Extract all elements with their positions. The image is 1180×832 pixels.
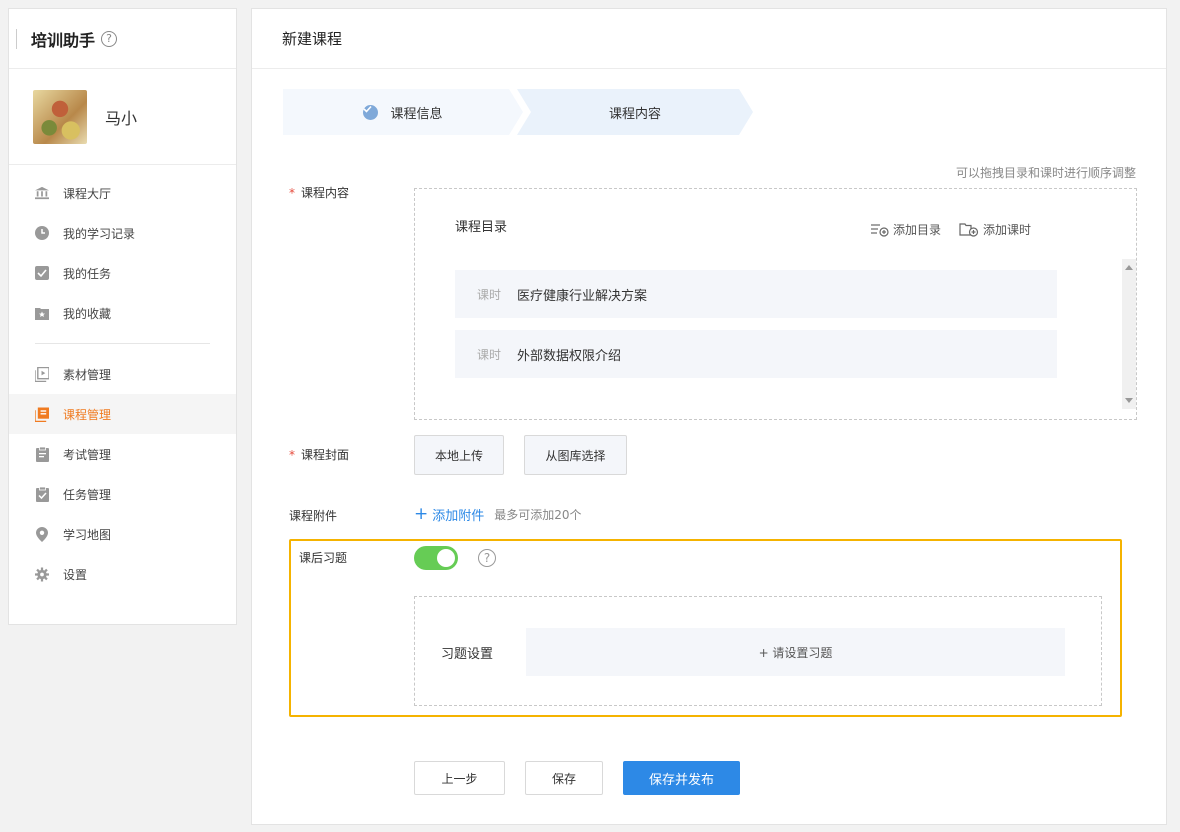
stepper: 课程信息 课程内容: [283, 89, 763, 135]
sidebar-header: 培训助手 ?: [9, 9, 236, 69]
lesson-tag: 课时: [477, 347, 502, 362]
add-directory-button[interactable]: 添加目录: [871, 221, 941, 238]
gear-icon: [35, 567, 49, 581]
step-course-content[interactable]: 课程内容: [517, 89, 753, 135]
video-icon: [35, 366, 49, 382]
sidebar-item-label: 任务管理: [63, 487, 112, 502]
add-list-icon: [871, 223, 889, 237]
course-cover-label: * 课程封面: [289, 448, 350, 462]
upload-local-button[interactable]: 本地上传: [414, 435, 504, 475]
star-folder-icon: [35, 306, 49, 320]
exercise-setting-label: 习题设置: [441, 647, 494, 662]
add-lesson-button[interactable]: 添加课时: [959, 221, 1031, 238]
required-mark: *: [289, 448, 295, 462]
course-directory-box: 课程目录 添加目录 添加课时 课时 医疗健康行业解决方案 课时 外部数据权限介绍: [414, 188, 1137, 420]
sidebar-item-label: 课程管理: [63, 407, 112, 422]
course-icon: [35, 407, 49, 422]
directory-title: 课程目录: [455, 220, 508, 235]
lesson-title: 医疗健康行业解决方案: [517, 288, 648, 304]
add-folder-icon: [959, 222, 979, 237]
plus-icon: +: [414, 504, 429, 524]
sidebar-item-materials[interactable]: 素材管理: [9, 354, 236, 394]
nav-divider: [35, 343, 210, 344]
sidebar-item-task-management[interactable]: 任务管理: [9, 474, 236, 514]
drag-hint: 可以拖拽目录和课时进行顺序调整: [955, 166, 1136, 180]
sidebar-nav: 课程大厅 我的学习记录 我的任务 我的收藏 素材管理 课程管理 考试管理 任务管…: [9, 165, 236, 594]
step-course-info[interactable]: 课程信息: [283, 89, 523, 135]
app-title: 培训助手: [31, 30, 96, 50]
sidebar-item-label: 我的任务: [63, 266, 112, 281]
save-publish-button[interactable]: 保存并发布: [623, 761, 740, 795]
attachment-label: 课程附件: [289, 509, 338, 523]
sidebar-item-favorites[interactable]: 我的收藏: [9, 293, 236, 333]
main-panel: 新建课程 课程信息 课程内容 可以拖拽目录和课时进行顺序调整 * 课程内容 课程目…: [251, 8, 1167, 825]
check-square-icon: [35, 266, 49, 280]
avatar[interactable]: [33, 89, 87, 144]
sidebar-item-exam-management[interactable]: 考试管理: [9, 434, 236, 474]
prev-step-button[interactable]: 上一步: [414, 761, 505, 795]
sidebar-item-study-records[interactable]: 我的学习记录: [9, 213, 236, 253]
username: 马小: [105, 108, 138, 128]
course-content-label: * 课程内容: [289, 186, 350, 200]
toggle-knob: [437, 549, 455, 567]
step-label: 课程内容: [608, 106, 661, 122]
sidebar-item-settings[interactable]: 设置: [9, 554, 236, 594]
choose-gallery-button[interactable]: 从图库选择: [524, 435, 627, 475]
sidebar-item-my-tasks[interactable]: 我的任务: [9, 253, 236, 293]
check-circle-icon: [363, 104, 379, 120]
exercise-label: 课后习题: [299, 551, 348, 565]
scrollbar[interactable]: [1122, 259, 1136, 409]
attachment-row: + 添加附件 最多可添加20个: [414, 504, 582, 525]
sidebar-item-label: 设置: [63, 567, 88, 582]
sidebar: 培训助手 ? 马小 课程大厅 我的学习记录 我的任务 我的收藏 素材管理 课程管…: [8, 8, 237, 625]
lesson-tag: 课时: [477, 287, 502, 302]
add-attachment-link[interactable]: + 添加附件: [414, 504, 484, 525]
map-pin-icon: [35, 526, 49, 542]
help-icon[interactable]: ?: [478, 549, 496, 567]
lesson-item[interactable]: 课时 外部数据权限介绍: [455, 330, 1057, 378]
lesson-item[interactable]: 课时 医疗健康行业解决方案: [455, 270, 1057, 318]
sidebar-item-label: 课程大厅: [63, 186, 112, 201]
exam-clipboard-icon: [35, 446, 49, 462]
page-title: 新建课程: [252, 9, 1166, 69]
scroll-up-arrow-icon[interactable]: [1125, 265, 1133, 270]
clock-icon: [35, 226, 49, 240]
step-label: 课程信息: [390, 106, 443, 122]
sidebar-item-learning-map[interactable]: 学习地图: [9, 514, 236, 554]
scroll-down-arrow-icon[interactable]: [1125, 398, 1133, 403]
user-profile: 马小: [9, 69, 236, 165]
sidebar-item-label: 素材管理: [63, 367, 112, 382]
sidebar-item-label: 学习地图: [63, 527, 112, 542]
sidebar-item-label: 考试管理: [63, 447, 112, 462]
exercise-settings-box: 习题设置 + 请设置习题: [414, 596, 1102, 706]
exercise-toggle[interactable]: [414, 546, 458, 570]
sidebar-item-label: 我的收藏: [63, 306, 112, 321]
task-clipboard-icon: [35, 486, 49, 502]
attachment-limit: 最多可添加20个: [494, 508, 582, 522]
help-icon[interactable]: ?: [101, 30, 118, 47]
directory-actions: 添加目录 添加课时: [871, 221, 1031, 238]
sidebar-item-label: 我的学习记录: [63, 226, 136, 241]
save-button[interactable]: 保存: [525, 761, 603, 795]
lesson-title: 外部数据权限介绍: [517, 348, 622, 364]
required-mark: *: [289, 186, 295, 200]
bank-icon: [35, 186, 49, 200]
set-exercise-button[interactable]: + 请设置习题: [526, 628, 1065, 676]
sidebar-item-course-hall[interactable]: 课程大厅: [9, 173, 236, 213]
sidebar-item-course-management[interactable]: 课程管理: [9, 394, 236, 434]
